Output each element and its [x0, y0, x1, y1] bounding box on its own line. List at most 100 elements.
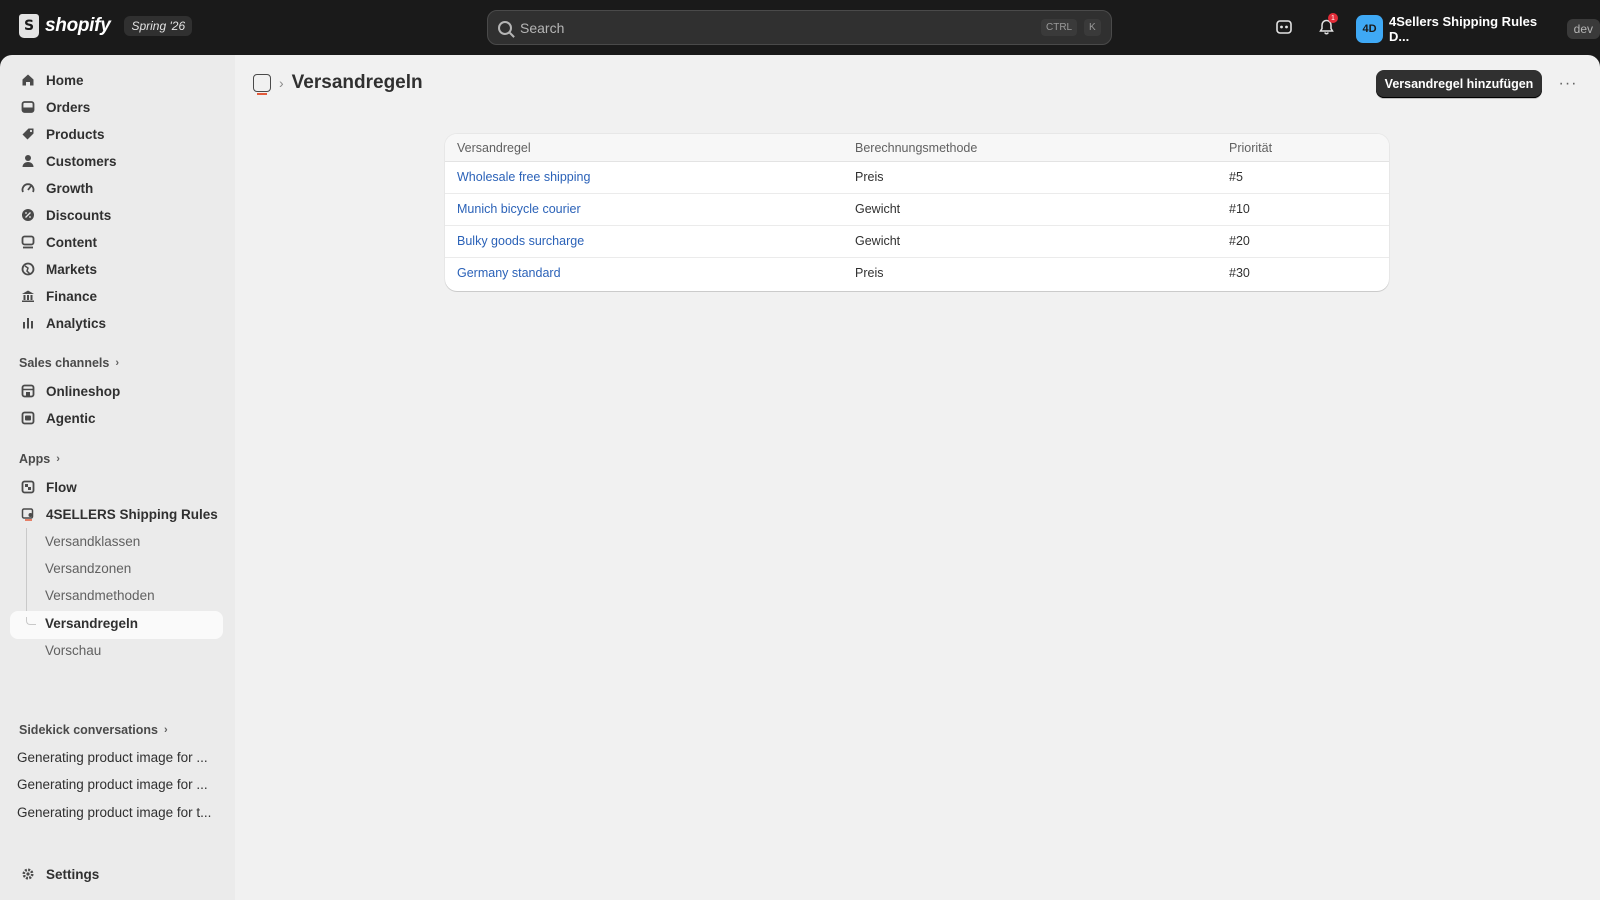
- page-title: Versandregeln: [291, 72, 423, 93]
- chevron-right-icon: ›: [115, 357, 119, 369]
- sidebar-label: Analytics: [46, 315, 107, 331]
- store-name: 4Sellers Shipping Rules D...: [1388, 14, 1538, 44]
- sidebar-item-flow[interactable]: Flow: [10, 473, 223, 501]
- store-menu[interactable]: 4D 4Sellers Shipping Rules D... dev: [1356, 14, 1600, 44]
- sidebar-item-discounts[interactable]: Discounts: [10, 201, 223, 229]
- shortcut-k: K: [1084, 19, 1101, 36]
- section-label: Apps: [19, 452, 51, 466]
- shortcut-ctrl: CTRL: [1041, 19, 1078, 36]
- sidebar-label: Home: [46, 72, 84, 88]
- sales-channels-header[interactable]: Sales channels ›: [19, 356, 119, 370]
- table-row[interactable]: Germany standard Preis #30: [445, 258, 1389, 290]
- robot-icon: [20, 410, 36, 426]
- priority: #5: [1229, 170, 1243, 184]
- search-bar[interactable]: Search CTRL K: [487, 10, 1112, 45]
- bell-icon[interactable]: 1: [1315, 13, 1338, 38]
- sidebar-item-settings[interactable]: Settings: [10, 860, 223, 888]
- sidebar-subitem-versandzonen[interactable]: Versandzonen: [45, 561, 131, 576]
- sidebar-item-markets[interactable]: Markets: [10, 255, 223, 283]
- apps-header[interactable]: Apps ›: [19, 452, 60, 466]
- more-actions-icon[interactable]: ···: [1556, 72, 1580, 96]
- chevron-right-icon: ›: [163, 724, 168, 736]
- edition-badge: Spring '26: [124, 16, 193, 36]
- shipping-app-icon[interactable]: [253, 74, 271, 95]
- tag-icon: [20, 126, 36, 142]
- sidebar-label: Customers: [46, 153, 117, 169]
- conversation-item[interactable]: Generating product image for t...: [17, 805, 217, 820]
- sidebar-label: Settings: [46, 866, 100, 882]
- column-header: Berechnungsmethode: [855, 141, 978, 155]
- add-shipping-rule-button[interactable]: Versandregel hinzufügen: [1376, 70, 1542, 98]
- sidebar-item-finance[interactable]: Finance: [10, 282, 223, 310]
- calculation-method: Preis: [855, 266, 884, 280]
- content-icon: [20, 234, 36, 250]
- priority: #10: [1229, 202, 1250, 216]
- tree-elbow: [26, 617, 36, 625]
- brand-wordmark: shopify: [45, 15, 111, 36]
- gauge-icon: [20, 180, 36, 196]
- sidekick-conversations-header[interactable]: Sidekick conversations ›: [19, 723, 168, 737]
- section-label: Sales channels: [19, 356, 110, 370]
- column-header: Priorität: [1229, 141, 1273, 155]
- conversation-item[interactable]: Generating product image for ...: [17, 777, 217, 792]
- sidebar-label: Agentic: [46, 410, 96, 426]
- shipping-app-icon: [20, 506, 36, 522]
- store-icon: [20, 383, 36, 399]
- sidebar-subitem-versandmethoden[interactable]: Versandmethoden: [45, 588, 155, 603]
- table-row[interactable]: Wholesale free shipping Preis #5: [445, 162, 1389, 194]
- home-icon: [20, 72, 36, 88]
- sidebar-label: Onlineshop: [46, 383, 121, 399]
- table-header: Versandregel Berechnungsmethode Prioritä…: [445, 134, 1389, 162]
- discount-icon: [20, 207, 36, 223]
- sidebar-item-4sellers-shipping-rules[interactable]: 4SELLERS Shipping Rules: [10, 500, 223, 528]
- sidebar-label: Growth: [46, 180, 94, 196]
- sidebar-label: Markets: [46, 261, 98, 277]
- rule-name-link[interactable]: Germany standard: [457, 266, 561, 280]
- globe-icon: [20, 261, 36, 277]
- shopify-bag-icon: S: [19, 14, 39, 38]
- sidebar-item-content[interactable]: Content: [10, 228, 223, 256]
- table-row[interactable]: Munich bicycle courier Gewicht #10: [445, 194, 1389, 226]
- sidebar-item-analytics[interactable]: Analytics: [10, 309, 223, 337]
- sidebar-item-home[interactable]: Home: [10, 66, 223, 94]
- dev-badge: dev: [1566, 19, 1600, 39]
- sidebar-item-growth[interactable]: Growth: [10, 174, 223, 202]
- sidebar-item-orders[interactable]: Orders: [10, 93, 223, 121]
- sidebar-label: Products: [46, 126, 105, 142]
- search-placeholder: Search: [520, 19, 565, 36]
- breadcrumb-separator-icon: ›: [279, 75, 284, 91]
- sidebar-label: Discounts: [46, 207, 112, 223]
- person-icon: [20, 153, 36, 169]
- sidebar-item-products[interactable]: Products: [10, 120, 223, 148]
- sidekick-icon[interactable]: [1273, 16, 1295, 38]
- top-bar: S shopify Spring '26 Search CTRL K 1 4D …: [0, 0, 1600, 55]
- page-header: › Versandregeln: [253, 72, 423, 95]
- sidebar-item-agentic[interactable]: Agentic: [10, 404, 223, 432]
- table-row[interactable]: Bulky goods surcharge Gewicht #20: [445, 226, 1389, 258]
- sidebar-label: 4SELLERS Shipping Rules: [46, 506, 218, 522]
- sidebar-subitem-versandklassen[interactable]: Versandklassen: [45, 534, 140, 549]
- sidebar-item-onlineshop[interactable]: Onlineshop: [10, 377, 223, 405]
- sidebar-label: Flow: [46, 479, 77, 495]
- rule-name-link[interactable]: Bulky goods surcharge: [457, 234, 584, 248]
- sidebar-item-customers[interactable]: Customers: [10, 147, 223, 175]
- sidebar-subitem-versandregeln[interactable]: Versandregeln: [45, 616, 138, 631]
- sidebar-subitem-vorschau[interactable]: Vorschau: [45, 643, 101, 658]
- shopify-logo[interactable]: S shopify Spring '26: [19, 14, 193, 38]
- orders-icon: [20, 99, 36, 115]
- store-avatar: 4D: [1356, 15, 1383, 43]
- chevron-right-icon: ›: [56, 453, 60, 465]
- calculation-method: Gewicht: [855, 234, 901, 248]
- rule-name-link[interactable]: Wholesale free shipping: [457, 170, 590, 184]
- sidebar-label: Content: [46, 234, 97, 250]
- rule-name-link[interactable]: Munich bicycle courier: [457, 202, 581, 216]
- gear-icon: [20, 866, 36, 882]
- sidebar-label: Finance: [46, 288, 98, 304]
- calculation-method: Preis: [855, 170, 884, 184]
- notification-count: 1: [1328, 13, 1338, 23]
- priority: #30: [1229, 266, 1250, 280]
- calculation-method: Gewicht: [855, 202, 901, 216]
- conversation-item[interactable]: Generating product image for ...: [17, 750, 217, 765]
- bar-chart-icon: [20, 315, 36, 331]
- sidebar-label: Orders: [46, 99, 91, 115]
